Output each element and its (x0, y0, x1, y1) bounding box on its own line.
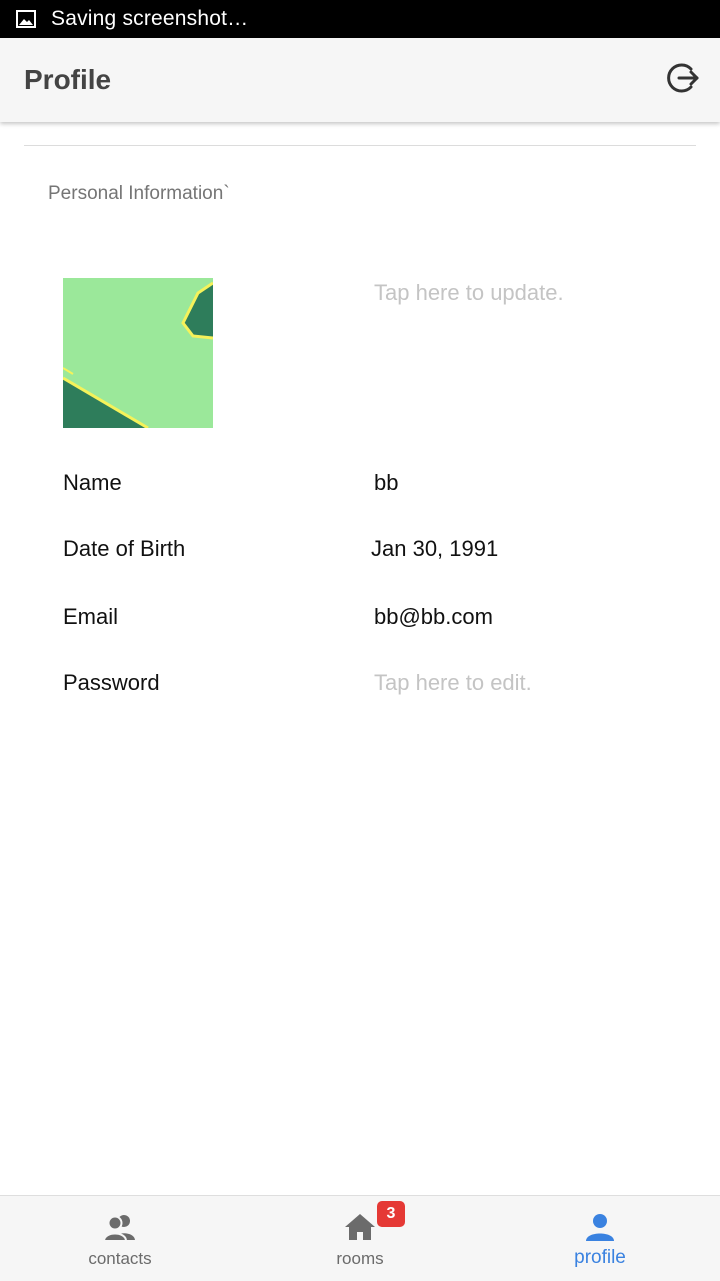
image-icon (16, 9, 36, 29)
nav-label-rooms: rooms (336, 1249, 384, 1268)
avatar[interactable] (63, 278, 213, 428)
nav-label-profile: profile (574, 1247, 626, 1268)
rooms-badge: 3 (377, 1201, 405, 1227)
app-bar: Profile (0, 38, 720, 122)
contacts-icon (103, 1210, 137, 1244)
password-edit-hint[interactable]: Tap here to edit. (374, 670, 532, 696)
nav-item-profile[interactable]: profile (480, 1196, 720, 1281)
password-label: Password (63, 670, 160, 695)
dob-label: Date of Birth (63, 536, 186, 561)
logout-button[interactable] (664, 60, 704, 100)
bottom-nav: contacts rooms profile (0, 1195, 720, 1281)
person-icon (583, 1210, 617, 1244)
name-label: Name (63, 470, 122, 495)
nav-item-contacts[interactable]: contacts (0, 1196, 240, 1281)
status-bar: Saving screenshot… (0, 0, 720, 38)
section-title: Personal Information` (48, 183, 230, 204)
avatar-update-hint[interactable]: Tap here to update. (374, 280, 564, 306)
section-divider (24, 145, 696, 146)
home-icon (343, 1210, 377, 1244)
nav-item-rooms[interactable]: rooms (240, 1196, 480, 1281)
nav-label-contacts: contacts (88, 1249, 152, 1268)
logout-icon (667, 61, 701, 100)
name-value[interactable]: bb (374, 470, 398, 496)
page-title: Profile (24, 64, 112, 95)
status-text: Saving screenshot… (51, 7, 249, 30)
email-value[interactable]: bb@bb.com (374, 604, 493, 630)
dob-value[interactable]: Jan 30, 1991 (371, 536, 498, 562)
email-label: Email (63, 604, 119, 629)
